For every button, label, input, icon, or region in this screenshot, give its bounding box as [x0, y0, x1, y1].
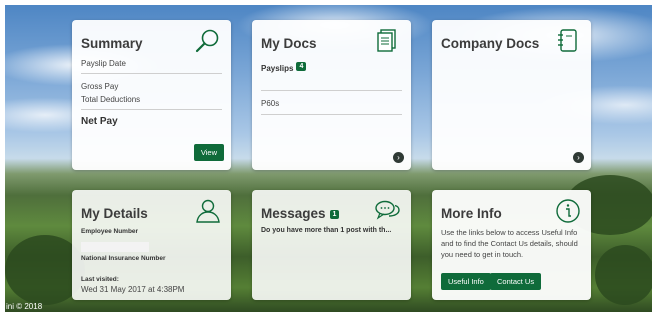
more-info-description: Use the links below to access Useful Inf… [441, 228, 578, 259]
footer-copyright: ini © 2018 [6, 302, 43, 311]
my-details-card: My Details Employee Number National Insu… [72, 190, 231, 300]
divider [81, 109, 222, 110]
divider [261, 114, 402, 115]
chevron-right-icon[interactable]: › [573, 152, 584, 163]
company-docs-card: Company Docs › [432, 20, 591, 170]
user-icon [196, 199, 220, 223]
search-icon [195, 29, 219, 53]
gross-pay-label: Gross Pay [81, 82, 119, 91]
info-icon [556, 199, 580, 223]
contact-us-button[interactable]: Contact Us [490, 273, 542, 290]
payslips-link[interactable]: Payslips 4 [261, 58, 402, 76]
employee-number-label: Employee Number [81, 228, 139, 235]
my-docs-card: My Docs Payslips 4 P60s › [252, 20, 411, 170]
messages-count-badge: 1 [329, 209, 340, 219]
last-visited-label: Last visited: [81, 276, 119, 283]
notebook-icon [558, 29, 577, 52]
payslips-label: Payslips [261, 64, 294, 73]
ni-number-label: National Insurance Number [81, 255, 166, 262]
chat-bubbles-icon [375, 200, 400, 220]
summary-card: Summary Payslip Date Gross Pay Total Ded… [72, 20, 231, 170]
chevron-right-icon[interactable]: › [393, 152, 404, 163]
divider [81, 73, 222, 74]
payslip-date-label: Payslip Date [81, 59, 126, 68]
view-button[interactable]: View [193, 144, 224, 161]
messages-card: Messages 1 Do you have more than 1 post w… [252, 190, 411, 300]
useful-info-button[interactable]: Useful Info [441, 273, 491, 290]
messages-title: Messages [261, 206, 326, 221]
divider [261, 90, 402, 91]
total-deductions-label: Total Deductions [81, 95, 141, 104]
last-visited-value: Wed 31 May 2017 at 4:38PM [81, 285, 185, 294]
payslips-count-badge: 4 [296, 62, 307, 72]
ni-number-value [81, 265, 222, 273]
net-pay-label: Net Pay [81, 116, 118, 127]
documents-icon [377, 29, 396, 52]
p60s-link[interactable]: P60s [261, 99, 402, 108]
message-preview[interactable]: Do you have more than 1 post with th... [261, 227, 402, 234]
more-info-card: More Info Use the links below to access … [432, 190, 591, 300]
employee-number-value [81, 238, 222, 252]
